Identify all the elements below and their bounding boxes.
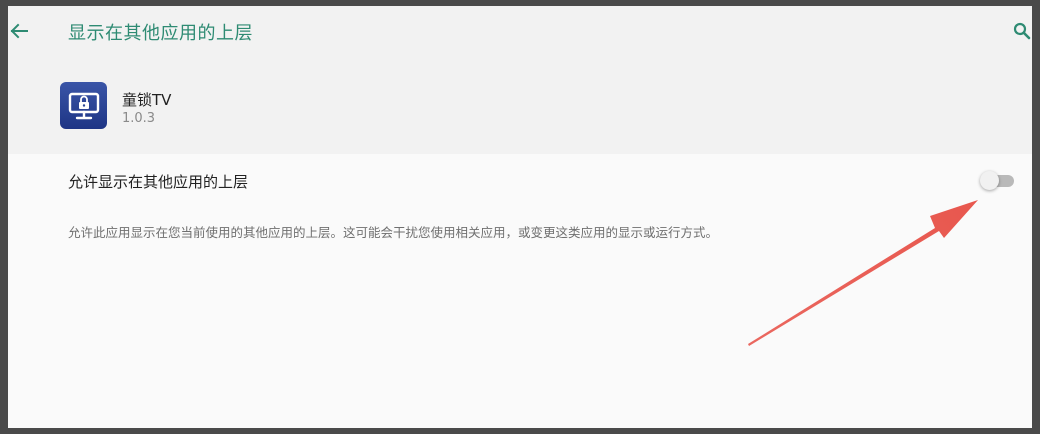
overlay-permission-row[interactable]: 允许显示在其他应用的上层 [8, 154, 1032, 208]
overlay-permission-toggle[interactable] [980, 169, 1014, 191]
overlay-permission-label: 允许显示在其他应用的上层 [68, 173, 249, 191]
search-button[interactable] [1012, 20, 1032, 42]
app-info-header: 童锁TV 1.0.3 [8, 62, 1032, 154]
app-name: 童锁TV [122, 91, 172, 109]
tv-lock-icon [60, 82, 107, 129]
toggle-thumb [980, 171, 999, 190]
overlay-permission-description: 允许此应用显示在您当前使用的其他应用的上层。这可能会干扰您使用相关应用，或变更这… [68, 225, 719, 240]
app-version: 1.0.3 [122, 111, 156, 126]
settings-window: 显示在其他应用的上层 童锁TV 1.0.3 允许显示在其他应用的上层 允许此应用 [8, 6, 1032, 428]
search-icon [1013, 22, 1031, 40]
arrow-back-icon [10, 23, 28, 39]
page-title: 显示在其他应用的上层 [68, 23, 253, 44]
back-button[interactable] [8, 18, 30, 44]
app-bar: 显示在其他应用的上层 [8, 6, 1032, 62]
